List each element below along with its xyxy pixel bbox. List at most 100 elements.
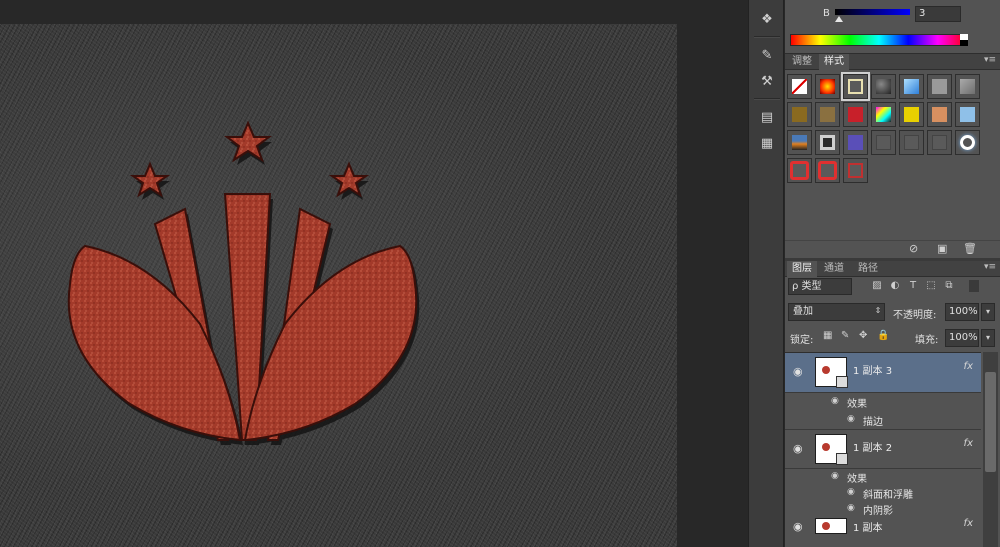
layer-list: ◉ 1 副本 3 fx ◉ 效果 ◉ 描边 ◉ 1 副本 2 fx ◉ 效果 ◉… [785,352,981,547]
slider-thumb[interactable] [835,16,843,22]
tab-paths[interactable]: 路径 [853,261,883,277]
style-swatch[interactable] [841,72,870,101]
eye-icon[interactable]: ◉ [847,414,855,424]
workspace [0,0,748,547]
black-white-swatch[interactable] [960,34,968,46]
style-swatch[interactable] [927,102,952,127]
tool-presets-icon[interactable]: ⚒ [757,72,777,90]
style-swatch[interactable] [927,74,952,99]
fx-icon[interactable]: fx [964,438,973,449]
adjustment-filter-icon[interactable]: ◐ [889,280,901,292]
strip-divider [754,36,780,38]
style-swatch[interactable] [871,74,896,99]
chevron-down-icon: ⇕ [874,306,882,315]
effect-name: 描边 [863,417,883,428]
fill-input[interactable]: 100% [945,329,979,347]
panel-icon-strip: ❖ ✎ ⚒ ▤ ▦ [748,0,784,547]
lock-pixels-icon[interactable]: ✎ [841,330,849,341]
style-swatch[interactable] [815,158,840,183]
opacity-dropdown-icon[interactable]: ▾ [981,303,995,321]
layer-row[interactable]: ◉ 1 副本 2 fx [785,429,981,469]
document-canvas[interactable] [0,24,677,547]
layers-tabbar: 图层 通道 路径 ▾≡ [785,261,1000,277]
style-swatch[interactable] [955,130,980,155]
style-swatch[interactable] [815,130,840,155]
lock-position-icon[interactable]: ✥ [859,330,867,341]
filter-toggle[interactable] [969,280,979,292]
panel-menu-icon[interactable]: ▾≡ [984,55,996,65]
type-filter-icon[interactable]: T [907,280,919,292]
eye-icon[interactable]: ◉ [847,503,855,513]
channel-label: B [823,8,830,19]
eye-icon[interactable]: ◉ [793,520,803,533]
style-swatch[interactable] [843,130,868,155]
new-style-icon[interactable]: ▣ [937,242,947,255]
tab-adjustments[interactable]: 调整 [787,54,817,70]
image-filter-icon[interactable]: ▨ [871,280,883,292]
layer-thumbnail [815,434,848,465]
clear-style-icon[interactable]: ⊘ [909,242,918,255]
layer-thumbnail [815,357,848,388]
brush-icon[interactable]: ✎ [757,46,777,64]
kind-filter-select[interactable]: ρ 类型 [788,278,852,295]
layers-panel: 图层 通道 路径 ▾≡ ρ 类型 ▨ ◐ T ⬚ ⧉ 叠加 ⇕ 不透明度: 10… [785,258,1000,547]
tab-layers[interactable]: 图层 [787,261,817,277]
style-swatch[interactable] [787,158,812,183]
style-swatch[interactable] [787,102,812,127]
blend-opacity-bar: 叠加 ⇕ 不透明度: 100% ▾ [785,301,1000,323]
eye-icon[interactable]: ◉ [793,442,803,455]
scroll-thumb[interactable] [985,372,996,472]
fill-dropdown-icon[interactable]: ▾ [981,329,995,347]
style-swatch-grid [787,72,985,192]
logo-left-leaf [67,244,242,442]
fill-label: 填充: [915,335,939,346]
style-swatch[interactable] [871,102,896,127]
fx-icon[interactable]: fx [964,518,973,529]
style-swatch[interactable] [955,74,980,99]
style-swatch[interactable] [899,102,924,127]
shape-filter-icon[interactable]: ⬚ [925,280,937,292]
cube-icon[interactable]: ❖ [757,10,777,28]
smart-object-filter-icon[interactable]: ⧉ [943,280,955,292]
effects-label: 效果 [847,474,867,485]
channel-slider[interactable] [835,9,910,15]
logo-right-leaf [243,244,418,442]
effects-row: ◉ 效果 [785,469,981,485]
style-swatch[interactable] [899,74,924,99]
embossed-logo [67,120,420,445]
eye-icon[interactable]: ◉ [831,471,839,481]
style-swatch[interactable] [843,102,868,127]
history-icon[interactable]: ▤ [757,108,777,126]
tab-channels[interactable]: 通道 [819,261,849,277]
style-swatch[interactable] [787,74,812,99]
layer-row[interactable]: ◉ 1 副本 fx [785,518,981,536]
right-panels: B 3 调整 样式 ▾≡ ⊘ ▣ 🗑 图层 通道 路径 ▾≡ ρ 类型 ▨ ◐ … [785,0,1000,547]
style-swatch[interactable] [899,130,924,155]
style-swatch[interactable] [871,130,896,155]
styles-footer: ⊘ ▣ 🗑 [785,240,1000,258]
delete-style-icon[interactable]: 🗑 [963,242,977,255]
layers-scrollbar[interactable] [983,352,998,547]
tab-styles[interactable]: 样式 [819,54,849,70]
layer-name: 1 副本 3 [853,366,893,377]
style-swatch[interactable] [815,102,840,127]
notes-icon[interactable]: ▦ [757,134,777,152]
style-swatch[interactable] [787,130,812,155]
lock-all-icon[interactable]: 🔒 [877,330,889,341]
color-spectrum[interactable] [790,34,968,46]
eye-icon[interactable]: ◉ [847,487,855,497]
layer-row[interactable]: ◉ 1 副本 3 fx [785,353,981,393]
eye-icon[interactable]: ◉ [793,365,803,378]
lock-transparency-icon[interactable]: ▦ [823,330,832,341]
style-swatch[interactable] [815,74,840,99]
fx-icon[interactable]: fx [964,361,973,372]
opacity-label: 不透明度: [893,310,937,321]
channel-value-input[interactable]: 3 [915,6,961,22]
panel-menu-icon[interactable]: ▾≡ [984,262,996,272]
opacity-input[interactable]: 100% [945,303,979,321]
style-swatch[interactable] [843,158,868,183]
style-swatch[interactable] [927,130,952,155]
eye-icon[interactable]: ◉ [831,396,839,406]
style-swatch[interactable] [955,102,980,127]
effect-row: ◉ 斜面和浮雕 [785,485,981,501]
